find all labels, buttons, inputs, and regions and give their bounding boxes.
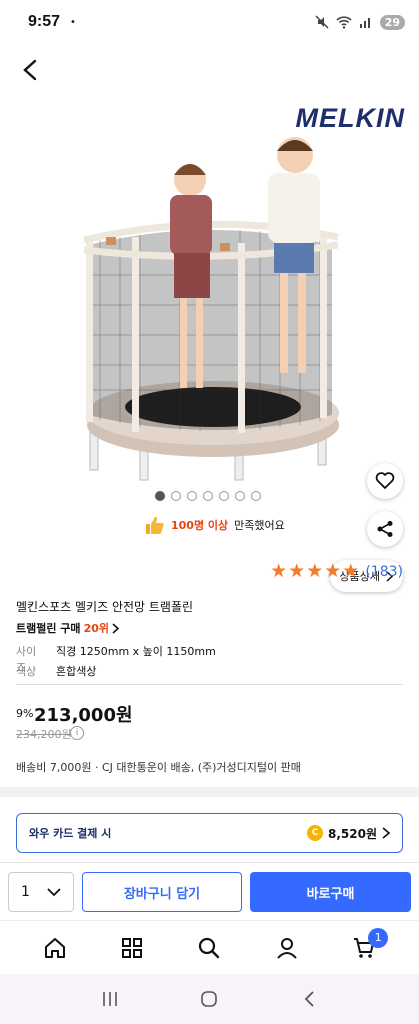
star-icon: ★ [270,560,288,582]
purchase-action-bar: 1 장바구니 담기 바로구매 [0,862,419,920]
user-icon [277,937,297,959]
status-icons: 29 [315,14,405,30]
bottom-navigation: 1 [0,920,419,974]
rank-value: 20위 [83,622,109,635]
status-time: 9:57 [28,13,61,30]
wow-card-benefit[interactable]: 와우 카드 결제 시 C 8,520원 [16,813,403,853]
wow-card-reward: C 8,520원 [307,825,390,842]
search-icon [199,937,220,958]
signal-icon [359,18,370,28]
original-price: 234,200원 [16,728,72,741]
chevron-right-icon [112,622,119,634]
chevron-right-icon [382,827,390,839]
carousel-dot[interactable] [155,491,165,501]
star-icon: ★ [288,560,306,582]
carousel-dot[interactable] [171,491,181,501]
color-option: 색상 혼합색상 [16,663,96,679]
carousel-dot[interactable] [187,491,197,501]
add-to-cart-button[interactable]: 장바구니 담기 [82,872,242,912]
nav-cart[interactable]: 1 [344,927,389,968]
buy-now-button[interactable]: 바로구매 [250,872,411,912]
wifi-icon [336,16,352,29]
satisfaction-text: 만족했어요 [234,519,285,532]
mute-icon [315,15,329,29]
carousel-dot[interactable] [235,491,245,501]
grid-icon [122,937,143,958]
wow-card-amount: 8,520원 [328,826,377,841]
system-navigation-bar [0,974,419,1024]
back-arrow-icon [304,991,314,1007]
carousel-dot[interactable] [219,491,229,501]
rating[interactable]: ★ ★ ★ ★ ★ (183) [270,562,403,581]
satisfaction-count: 100명 이상 [171,519,229,532]
home-icon [44,937,65,958]
carousel-dot[interactable] [203,491,213,501]
notification-dot: • [70,16,76,28]
wishlist-button[interactable] [367,463,403,499]
share-icon [377,521,393,537]
heart-icon [375,472,395,489]
carousel-dot[interactable] [251,491,261,501]
product-image-carousel[interactable]: MELKIN 상품상세 [0,95,419,592]
chevron-down-icon [47,887,61,896]
recent-apps-icon [103,992,117,1006]
discount-rate: 9% [16,707,34,720]
nav-my-account[interactable] [267,928,307,968]
color-value: 혼합색상 [56,665,97,678]
home-button[interactable] [189,979,229,1019]
sale-price: 213,000원 [34,705,133,726]
nav-search[interactable] [189,928,229,968]
divider [16,684,403,685]
back-button[interactable] [16,56,44,84]
star-icon: ★ [306,560,324,582]
info-icon[interactable]: i [70,726,84,740]
wow-card-label: 와우 카드 결제 시 [29,827,112,840]
star-icon: ★ [324,560,342,582]
cart-badge: 1 [368,927,389,948]
category-rank-link[interactable]: 트램펄린 구매 20위 [16,620,119,636]
review-count[interactable]: (183) [365,564,403,580]
color-label: 색상 [16,665,37,678]
quantity-select[interactable]: 1 [8,872,74,912]
recent-apps-button[interactable] [90,979,130,1019]
nav-categories[interactable] [112,928,152,968]
chevron-left-icon [23,59,37,81]
status-bar: 9:57 • 29 [0,0,419,44]
quantity-value: 1 [21,884,30,900]
shipping-info: 배송비 7,000원 · CJ 대한통운이 배송, (주)거성디지털이 판매 [16,761,301,774]
carousel-indicator [155,491,261,501]
share-button[interactable] [367,511,403,547]
trampoline-product-image [83,137,339,481]
thumbs-up-icon [146,516,164,534]
battery-icon: 29 [379,14,405,30]
star-rating: ★ ★ ★ ★ ★ [270,562,359,581]
system-back-button[interactable] [289,979,329,1019]
nav-home[interactable] [35,928,75,968]
home-circle-icon [201,991,218,1007]
rank-label: 트램펄린 구매 [16,622,81,635]
product-title: 멜킨스포츠 멜키즈 안전망 트램폴린 [16,600,194,614]
coin-icon: C [307,825,323,841]
satisfaction-banner: 100명 이상 만족했어요 [145,515,285,535]
section-separator [0,787,419,797]
star-icon: ★ [342,560,360,582]
